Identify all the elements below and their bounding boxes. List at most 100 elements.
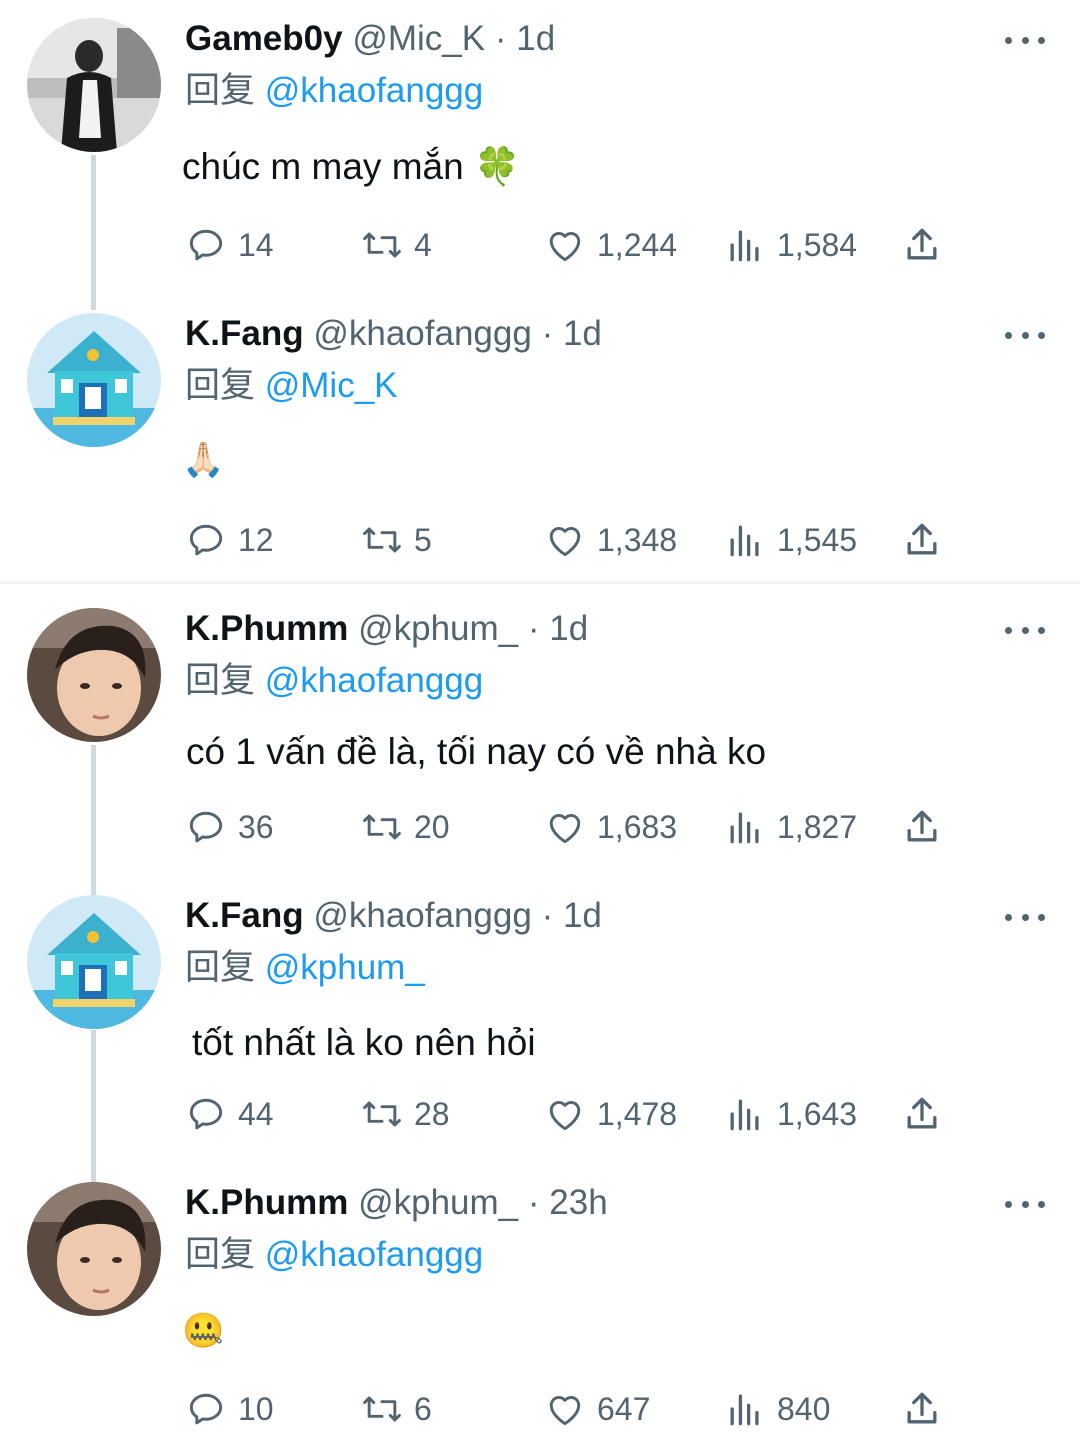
display-name[interactable]: K.Phumm bbox=[185, 1183, 348, 1222]
view-count: 1,827 bbox=[777, 808, 858, 845]
reply-context: 回复 @kphum_ bbox=[185, 947, 425, 989]
retweet-button[interactable]: 6 bbox=[360, 1384, 432, 1434]
like-count: 1,244 bbox=[597, 226, 678, 263]
reply-icon bbox=[189, 1393, 223, 1425]
user-handle[interactable]: @Mic_K bbox=[352, 19, 485, 58]
retweet-count: 6 bbox=[414, 1390, 432, 1427]
reply-button[interactable]: 10 bbox=[184, 1384, 274, 1434]
user-handle[interactable]: @kphum_ bbox=[358, 609, 518, 648]
action-bar: 10 6 647 840 bbox=[0, 1384, 1080, 1434]
user-handle[interactable]: @khaofanggg bbox=[313, 314, 531, 353]
mention-link[interactable]: @khaofanggg bbox=[265, 1235, 483, 1274]
timestamp[interactable]: 1d bbox=[563, 896, 602, 935]
retweet-count: 28 bbox=[414, 1095, 450, 1132]
avatar[interactable] bbox=[27, 1182, 161, 1316]
reply-button[interactable]: 14 bbox=[184, 220, 274, 270]
heart-icon bbox=[549, 813, 581, 844]
share-button[interactable] bbox=[900, 1089, 944, 1139]
reply-prefix: 回复 bbox=[185, 661, 256, 700]
separator: · bbox=[494, 19, 507, 58]
analytics-icon bbox=[730, 812, 759, 844]
views-button[interactable]: 1,584 bbox=[723, 220, 857, 270]
retweet-button[interactable]: 5 bbox=[360, 515, 432, 565]
tweet-text: 🙏🏻 bbox=[182, 441, 225, 479]
like-button[interactable]: 647 bbox=[543, 1384, 650, 1434]
display-name[interactable]: K.Fang bbox=[185, 896, 304, 935]
retweet-button[interactable]: 28 bbox=[360, 1089, 450, 1139]
timestamp[interactable]: 1d bbox=[563, 314, 602, 353]
display-name[interactable]: K.Phumm bbox=[185, 609, 348, 648]
reply-button[interactable]: 36 bbox=[184, 802, 274, 852]
mention-link[interactable]: @Mic_K bbox=[265, 366, 398, 405]
user-handle[interactable]: @kphum_ bbox=[358, 1183, 518, 1222]
reply-count: 10 bbox=[238, 1390, 274, 1427]
like-count: 1,348 bbox=[597, 521, 678, 558]
mention-link[interactable]: @khaofanggg bbox=[265, 71, 483, 110]
retweet-icon bbox=[363, 1101, 401, 1127]
share-button[interactable] bbox=[900, 1384, 944, 1434]
action-bar: 36 20 1,683 1,827 bbox=[0, 802, 1080, 852]
action-bar: 44 28 1,478 1,643 bbox=[0, 1089, 1080, 1139]
separator: · bbox=[527, 609, 540, 648]
timestamp[interactable]: 1d bbox=[516, 19, 555, 58]
reply-context: 回复 @khaofanggg bbox=[185, 660, 483, 702]
tweet[interactable]: K.Fang @khaofanggg · 1d 回复 @Mic_K 🙏🏻 12 … bbox=[0, 295, 1080, 580]
reply-prefix: 回复 bbox=[185, 366, 256, 405]
more-options-icon[interactable] bbox=[1005, 899, 1045, 935]
retweet-button[interactable]: 4 bbox=[360, 220, 432, 270]
view-count: 840 bbox=[777, 1390, 831, 1427]
separator: · bbox=[527, 1183, 540, 1222]
like-button[interactable]: 1,683 bbox=[543, 802, 677, 852]
share-icon bbox=[907, 523, 937, 555]
tweet-header: K.Phumm @kphum_ · 23h bbox=[185, 1182, 608, 1224]
user-handle[interactable]: @khaofanggg bbox=[313, 896, 531, 935]
share-button[interactable] bbox=[900, 515, 944, 565]
retweet-count: 5 bbox=[414, 521, 432, 558]
more-options-icon[interactable] bbox=[1005, 317, 1045, 353]
like-button[interactable]: 1,478 bbox=[543, 1089, 677, 1139]
avatar[interactable] bbox=[27, 18, 161, 152]
reply-icon bbox=[189, 1098, 223, 1130]
reply-button[interactable]: 12 bbox=[184, 515, 274, 565]
views-button[interactable]: 840 bbox=[723, 1384, 830, 1434]
display-name[interactable]: K.Fang bbox=[185, 314, 304, 353]
heart-icon bbox=[549, 1395, 581, 1426]
heart-icon bbox=[549, 526, 581, 557]
tweet[interactable]: K.Fang @khaofanggg · 1d 回复 @kphum_ tốt n… bbox=[0, 877, 1080, 1167]
views-button[interactable]: 1,827 bbox=[723, 802, 857, 852]
tweet[interactable]: K.Phumm @kphum_ · 1d 回复 @khaofanggg có 1… bbox=[0, 590, 1080, 880]
views-button[interactable]: 1,545 bbox=[723, 515, 857, 565]
analytics-icon bbox=[730, 525, 759, 557]
like-button[interactable]: 1,348 bbox=[543, 515, 677, 565]
tweet[interactable]: K.Phumm @kphum_ · 23h 回复 @khaofanggg 🤐 1… bbox=[0, 1164, 1080, 1454]
avatar[interactable] bbox=[27, 608, 161, 742]
tweet-text: tốt nhất là ko nên hỏi bbox=[192, 1022, 536, 1063]
separator: · bbox=[541, 896, 554, 935]
more-options-icon[interactable] bbox=[1005, 612, 1045, 648]
reply-context: 回复 @khaofanggg bbox=[185, 1234, 483, 1276]
share-button[interactable] bbox=[900, 802, 944, 852]
reply-prefix: 回复 bbox=[185, 1235, 256, 1274]
share-button[interactable] bbox=[900, 220, 944, 270]
avatar[interactable] bbox=[27, 895, 161, 1029]
reply-count: 12 bbox=[238, 521, 274, 558]
avatar[interactable] bbox=[27, 313, 161, 447]
more-options-icon[interactable] bbox=[1005, 22, 1045, 58]
view-count: 1,584 bbox=[777, 226, 858, 263]
thread-divider bbox=[0, 581, 1080, 584]
display-name[interactable]: Gameb0y bbox=[185, 19, 343, 58]
tweet[interactable]: Gameb0y @Mic_K · 1d 回复 @khaofanggg chúc … bbox=[0, 0, 1080, 300]
like-count: 647 bbox=[597, 1390, 651, 1427]
retweet-button[interactable]: 20 bbox=[360, 802, 450, 852]
mention-link[interactable]: @khaofanggg bbox=[265, 661, 483, 700]
reply-button[interactable]: 44 bbox=[184, 1089, 274, 1139]
views-button[interactable]: 1,643 bbox=[723, 1089, 857, 1139]
like-button[interactable]: 1,244 bbox=[543, 220, 677, 270]
timestamp[interactable]: 23h bbox=[549, 1183, 607, 1222]
retweet-icon bbox=[363, 814, 401, 840]
mention-link[interactable]: @kphum_ bbox=[265, 948, 425, 987]
reply-context: 回复 @Mic_K bbox=[185, 365, 398, 407]
timestamp[interactable]: 1d bbox=[549, 609, 588, 648]
tweet-header: K.Fang @khaofanggg · 1d bbox=[185, 313, 602, 355]
more-options-icon[interactable] bbox=[1005, 1186, 1045, 1222]
